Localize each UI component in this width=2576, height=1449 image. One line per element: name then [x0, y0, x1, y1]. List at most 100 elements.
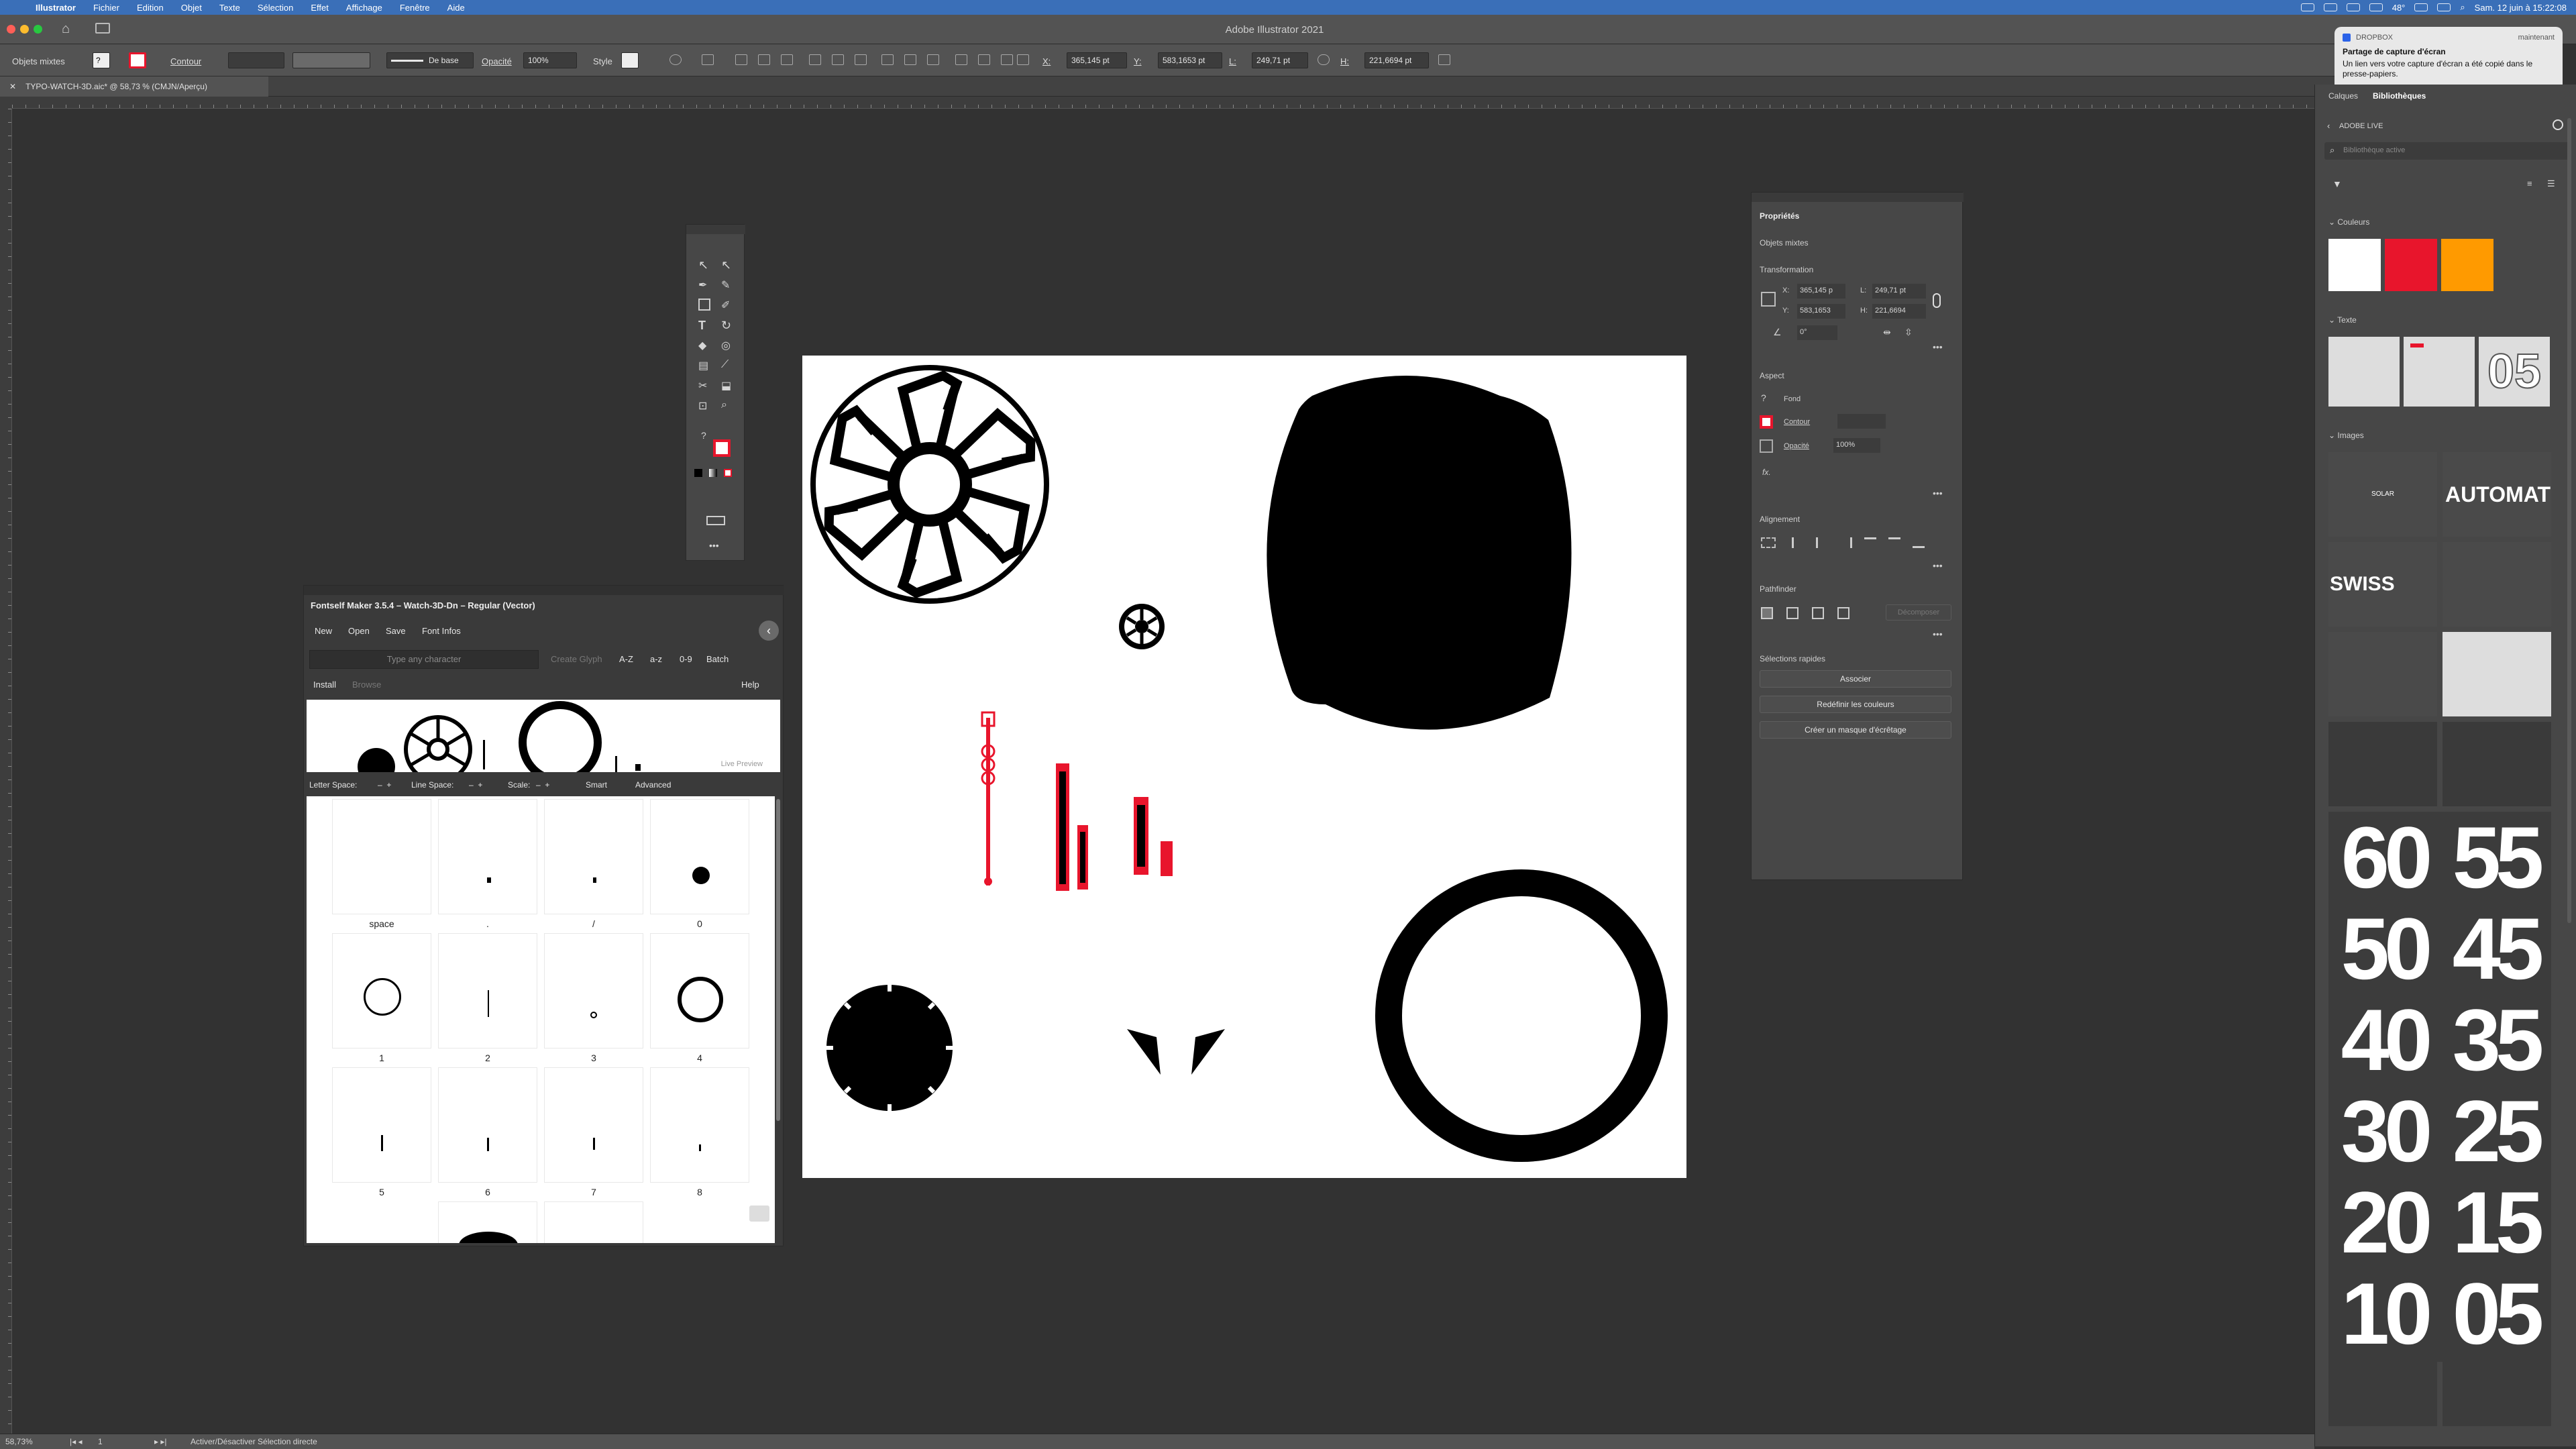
ring-glyph[interactable] [1375, 869, 1668, 1162]
fs-az-upper-button[interactable]: A-Z [619, 654, 633, 664]
distribute-right-icon[interactable] [1001, 54, 1013, 65]
recolor-button[interactable]: Redéfinir les couleurs [1760, 696, 1951, 713]
expand-button[interactable]: Décomposer [1886, 604, 1951, 621]
fs-scale-stepper[interactable]: – + [536, 780, 549, 790]
battery-icon[interactable] [2437, 3, 2451, 11]
small-wheel-glyph[interactable] [1119, 604, 1165, 649]
fs-character-input[interactable]: Type any character [309, 650, 539, 669]
fs-font-infos-button[interactable]: Font Infos [422, 626, 461, 636]
menubar-datetime[interactable]: Sam. 12 juin à 15:22:08 [2475, 3, 2567, 13]
image-thumb-numbers[interactable]: 60 55 50 45 40 35 30 25 20 15 10 05 [2328, 812, 2551, 1362]
fs-smart-button[interactable]: Smart [586, 780, 607, 790]
fs-help-button[interactable]: Help [741, 680, 759, 690]
prop-align-left-icon[interactable] [1792, 537, 1804, 548]
fill-swatch[interactable]: ? [93, 52, 110, 68]
lug-left-glyph[interactable] [1127, 1029, 1161, 1075]
recolor-icon[interactable] [669, 54, 682, 65]
opacity-field[interactable]: 100% [523, 52, 577, 68]
more-transform-icon[interactable]: ••• [1933, 341, 1943, 352]
prop-align-top-icon[interactable] [1864, 537, 1876, 548]
align-to-selection-icon[interactable] [1761, 537, 1776, 548]
image-thumb-bars-black[interactable] [2443, 632, 2551, 716]
back-chevron-icon[interactable]: ‹ [2327, 121, 2330, 131]
text-style-thumb-1[interactable] [2328, 337, 2400, 407]
ruler-corner[interactable] [0, 97, 12, 109]
align-vcenter-icon[interactable] [832, 54, 844, 65]
distribute-bottom-icon[interactable] [927, 54, 939, 65]
more-aspect-icon[interactable]: ••• [1933, 488, 1943, 498]
fs-browse-tab[interactable]: Browse [352, 680, 381, 690]
share-icon[interactable] [2346, 3, 2360, 11]
transform-icon[interactable] [1438, 54, 1450, 65]
user-icon[interactable] [2553, 119, 2563, 130]
image-thumb-watch-1[interactable] [2328, 722, 2437, 806]
fill-stroke-swatch[interactable] [713, 439, 731, 457]
flip-vertical-icon[interactable]: ⇳ [1904, 327, 1913, 338]
glyph-cell-5[interactable] [332, 1067, 431, 1183]
pathfinder-unite-icon[interactable] [1761, 607, 1773, 619]
flip-horizontal-icon[interactable]: ⇹ [1883, 327, 1891, 338]
glyph-cell-8[interactable] [650, 1067, 749, 1183]
artboard[interactable] [802, 356, 1686, 1178]
warp-tool-icon[interactable]: ◎ [721, 339, 733, 352]
fs-digits-button[interactable]: 0-9 [680, 654, 692, 664]
fs-open-button[interactable]: Open [348, 626, 370, 636]
menu-affichage[interactable]: Affichage [337, 3, 391, 13]
x-label[interactable]: X: [1042, 54, 1051, 68]
paintbrush-tool-icon[interactable]: ✐ [721, 299, 733, 311]
glyph-cell-7[interactable] [544, 1067, 643, 1183]
prop-align-bottom-icon[interactable] [1913, 537, 1925, 548]
group-button[interactable]: Associer [1760, 670, 1951, 688]
image-thumb-dots-circle[interactable] [2443, 1359, 2551, 1426]
pencil-tool-icon[interactable]: ✎ [721, 278, 733, 291]
image-thumb-dots-line[interactable] [2328, 1359, 2437, 1426]
fx-icon[interactable]: fx. [1762, 468, 1771, 477]
hand-glyph-3[interactable] [1134, 797, 1173, 876]
menu-objet[interactable]: Objet [172, 3, 211, 13]
dropbox-icon[interactable] [2300, 3, 2314, 11]
prop-opacity-label[interactable]: Opacité [1784, 442, 1809, 450]
constrain-proportions-icon[interactable] [1318, 54, 1330, 65]
fs-back-icon[interactable]: ‹ [759, 621, 779, 641]
align-to-icon[interactable] [702, 54, 714, 65]
shape-builder-tool-icon[interactable]: ⬓ [721, 379, 733, 392]
menu-effet[interactable]: Effet [302, 3, 337, 13]
search-icon[interactable]: ⌕ [2460, 2, 2465, 13]
fs-grid-settings-icon[interactable] [749, 1205, 769, 1222]
graphic-style-swatch[interactable] [621, 52, 639, 68]
w-field[interactable]: 249,71 pt [1252, 52, 1308, 68]
w-label[interactable]: L: [1229, 54, 1236, 68]
document-tab[interactable]: ✕ TYPO-WATCH-3D.aic* @ 58,73 % (CMJN/Ape… [0, 76, 268, 97]
glyph-cell-space[interactable] [332, 799, 431, 914]
wifi-icon[interactable] [2414, 3, 2428, 11]
bluetooth-icon[interactable] [2369, 3, 2383, 11]
variable-width-profile[interactable] [292, 52, 370, 68]
align-top-icon[interactable] [809, 54, 821, 65]
more-tools-icon[interactable]: ••• [709, 540, 721, 552]
image-thumb-automatic[interactable]: AUTOMATIC [2443, 452, 2551, 537]
gradient-tool-icon[interactable]: ▤ [698, 359, 710, 372]
lug-right-glyph[interactable] [1191, 1029, 1225, 1075]
pen-tool-icon[interactable]: ✒ [698, 278, 710, 291]
distribute-hcenter-icon[interactable] [978, 54, 990, 65]
text-style-thumb-3[interactable]: 05 [2479, 337, 2550, 407]
text-style-thumb-2[interactable] [2404, 337, 2475, 407]
prop-align-vcenter-icon[interactable] [1888, 537, 1900, 548]
align-bottom-icon[interactable] [855, 54, 867, 65]
stroke-swatch[interactable] [129, 52, 146, 68]
zoom-tool-icon[interactable]: ⌕ [721, 399, 733, 411]
glyph-cell-4[interactable] [650, 933, 749, 1049]
align-hcenter-icon[interactable] [758, 54, 770, 65]
brush-definition-select[interactable]: De base [386, 52, 474, 68]
distribute-vcenter-icon[interactable] [904, 54, 916, 65]
prop-stroke-label[interactable]: Contour [1784, 418, 1810, 426]
zoom-level[interactable]: 58,73% [5, 1437, 33, 1446]
close-tab-icon[interactable]: ✕ [9, 82, 16, 91]
menu-edition[interactable]: Edition [128, 3, 172, 13]
filter-icon[interactable]: ▼ [2332, 178, 2342, 189]
fs-batch-button[interactable]: Batch [706, 654, 729, 664]
next-artboard-icon[interactable]: ▸ ▸| [154, 1437, 167, 1446]
menu-aide[interactable]: Aide [439, 3, 474, 13]
tools-panel-header[interactable] [686, 225, 745, 234]
rectangle-tool-icon[interactable] [698, 299, 710, 311]
